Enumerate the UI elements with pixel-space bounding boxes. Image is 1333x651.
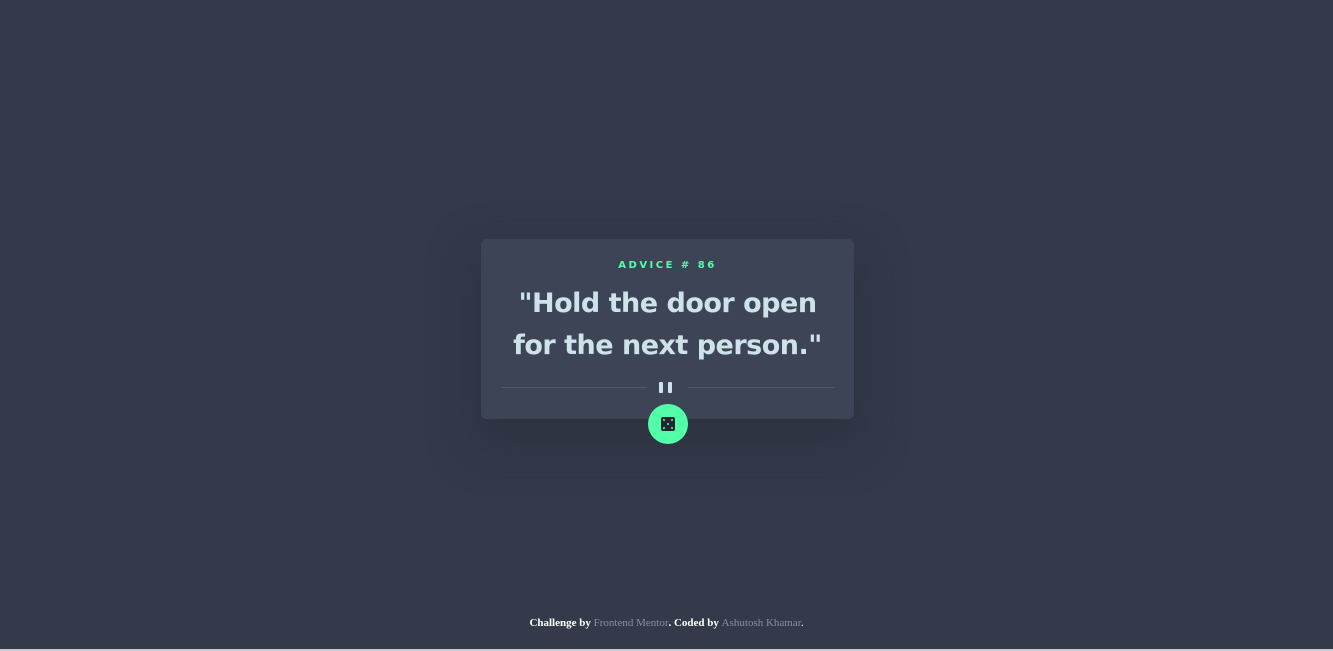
divider-line-right (688, 387, 834, 388)
pause-icon (659, 382, 675, 393)
divider-line-left (501, 387, 647, 388)
advice-id-label: ADVICE # 86 (618, 260, 717, 271)
attribution-footer: Challenge by Frontend Mentor. Coded by A… (0, 617, 1333, 629)
divider (501, 380, 834, 394)
advice-quote: "Hold the door open for the next person.… (513, 288, 822, 361)
advice-card: ADVICE # 86 "Hold the door open for the … (481, 239, 854, 419)
footer-suffix: . (800, 617, 804, 629)
generate-advice-button[interactable] (648, 404, 688, 444)
page: ADVICE # 86 "Hold the door open for the … (0, 0, 1333, 651)
dice-icon (661, 417, 675, 431)
author-link[interactable]: Ashutosh Khamar (722, 617, 801, 629)
frontend-mentor-link[interactable]: Frontend Mentor (594, 617, 669, 629)
footer-coded-prefix: . Coded by (668, 617, 719, 629)
footer-challenge-prefix: Challenge by (529, 617, 591, 629)
